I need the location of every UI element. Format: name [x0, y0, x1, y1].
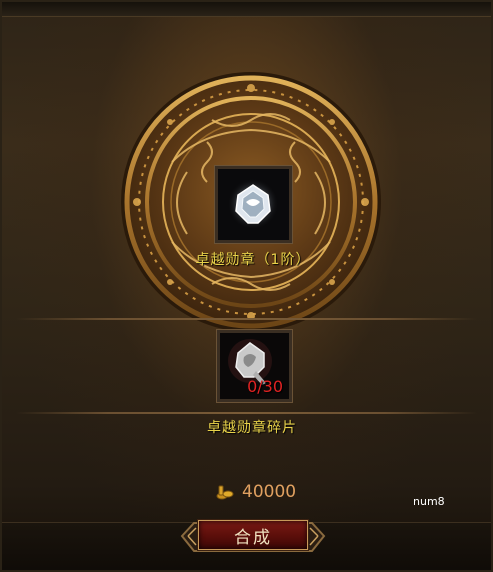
material-item-name: 卓越勋章碎片	[207, 420, 297, 436]
gold-coin-icon	[216, 485, 234, 500]
material-count: 0/30	[247, 377, 283, 396]
cost-row: 40000	[216, 480, 296, 504]
corner-label: num8	[413, 495, 445, 508]
cost-value: 40000	[242, 482, 297, 502]
synthesis-panel: 卓越勋章（1阶） 0/30 卓越勋章碎片 40000 num8 合成	[0, 0, 493, 572]
material-item-slot[interactable]: 0/30	[217, 330, 292, 402]
result-item-name: 卓越勋章（1阶）	[195, 252, 311, 268]
divider	[16, 318, 477, 320]
medal-icon	[218, 169, 289, 240]
divider	[16, 412, 477, 414]
result-item-slot[interactable]	[215, 166, 292, 243]
synthesize-button[interactable]: 合成	[198, 520, 308, 550]
